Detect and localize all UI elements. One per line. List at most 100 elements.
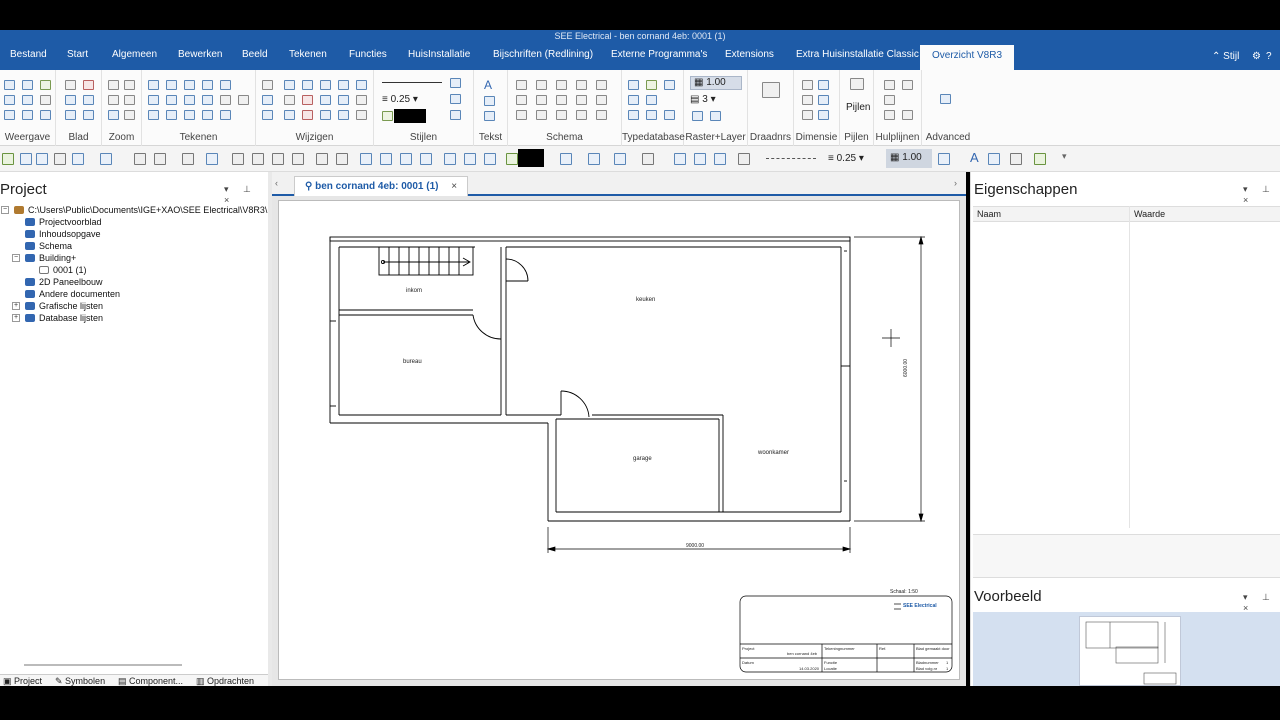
pen-icon[interactable] bbox=[450, 94, 461, 104]
collapse-icon[interactable]: − bbox=[1, 206, 9, 214]
fill-icon[interactable] bbox=[506, 153, 518, 165]
grid-icon[interactable] bbox=[40, 110, 51, 120]
database-icon[interactable] bbox=[646, 80, 657, 90]
schema-icon[interactable] bbox=[596, 80, 607, 90]
image-icon[interactable] bbox=[220, 80, 231, 90]
array-icon[interactable] bbox=[302, 80, 313, 90]
new-icon[interactable] bbox=[54, 153, 66, 165]
zoom-out-icon[interactable] bbox=[272, 153, 284, 165]
tree-item-inhoudsopgave[interactable]: Inhoudsopgave bbox=[25, 229, 101, 239]
document-tab[interactable]: ⚲ ben cornand 4eb: 0001 (1) × bbox=[294, 176, 469, 196]
schema-icon[interactable] bbox=[536, 95, 547, 105]
database-icon[interactable] bbox=[646, 95, 657, 105]
line-icon[interactable] bbox=[148, 80, 159, 90]
diagonal-line-icon[interactable] bbox=[484, 153, 496, 165]
line-width-dropdown[interactable]: ≡ 0.25 ▾ bbox=[382, 94, 418, 105]
hatch-style-icon[interactable] bbox=[450, 110, 461, 120]
layer-icon[interactable] bbox=[692, 111, 703, 121]
dimension-icon[interactable] bbox=[818, 110, 829, 120]
fill-color-icon[interactable] bbox=[382, 111, 393, 121]
schema-icon[interactable] bbox=[576, 95, 587, 105]
dimension-icon[interactable] bbox=[802, 80, 813, 90]
delete-icon[interactable] bbox=[302, 110, 313, 120]
schema-icon[interactable] bbox=[556, 110, 567, 120]
arc-icon[interactable] bbox=[420, 153, 432, 165]
column-separator[interactable] bbox=[1129, 206, 1130, 528]
wire-number-icon[interactable] bbox=[762, 82, 780, 98]
circle-icon[interactable] bbox=[166, 110, 177, 120]
open-icon[interactable] bbox=[20, 153, 32, 165]
save-icon[interactable] bbox=[36, 153, 48, 165]
menu-extra-huisinstallatie[interactable]: Extra Huisinstallatie Classic bbox=[796, 49, 919, 60]
schema-icon[interactable] bbox=[556, 95, 567, 105]
database-icon[interactable] bbox=[628, 95, 639, 105]
redo-icon[interactable] bbox=[642, 153, 654, 165]
menu-start[interactable]: Start bbox=[67, 49, 88, 60]
ellipse-icon[interactable] bbox=[444, 153, 456, 165]
color-icon[interactable] bbox=[450, 78, 461, 88]
schema-icon[interactable] bbox=[536, 80, 547, 90]
offset-icon[interactable] bbox=[338, 95, 349, 105]
tree-item-projectvoorblad[interactable]: Projectvoorblad bbox=[25, 217, 102, 227]
tab-opdrachten[interactable]: ▥ Opdrachten bbox=[196, 676, 254, 687]
view-icon[interactable] bbox=[40, 80, 51, 90]
undo-icon[interactable] bbox=[65, 110, 76, 120]
text-icon[interactable]: A bbox=[970, 150, 979, 165]
move-icon[interactable] bbox=[302, 95, 313, 105]
tree-item-database-lijsten[interactable]: + Database lijsten bbox=[12, 313, 103, 323]
tab-symbolen[interactable]: ✎ Symbolen bbox=[55, 676, 105, 687]
print-icon[interactable] bbox=[154, 153, 166, 165]
zoom-in-icon[interactable] bbox=[252, 153, 264, 165]
schema-icon[interactable] bbox=[536, 110, 547, 120]
zoom-icon[interactable] bbox=[108, 80, 119, 90]
dimension-icon[interactable] bbox=[818, 80, 829, 90]
page-icon[interactable] bbox=[65, 95, 76, 105]
database-icon[interactable] bbox=[664, 80, 675, 90]
zoom-out-icon[interactable] bbox=[124, 95, 135, 105]
eraser-icon[interactable] bbox=[1010, 153, 1022, 165]
select-icon[interactable] bbox=[316, 153, 328, 165]
curve-icon[interactable] bbox=[148, 110, 159, 120]
tree-item-sheet-0001[interactable]: 0001 (1) bbox=[39, 265, 87, 275]
fill-color-icon[interactable] bbox=[560, 153, 572, 165]
mirror-icon[interactable] bbox=[320, 80, 331, 90]
layer-icon[interactable] bbox=[710, 111, 721, 121]
rectangle-icon[interactable] bbox=[202, 80, 213, 90]
menu-bijschriften[interactable]: Bijschriften (Redlining) bbox=[493, 49, 593, 60]
project-icon[interactable] bbox=[2, 153, 14, 165]
break-icon[interactable] bbox=[320, 110, 331, 120]
arrow-icon[interactable] bbox=[850, 78, 864, 90]
horizontal-scrollbar[interactable] bbox=[24, 664, 182, 666]
view-icon[interactable] bbox=[4, 80, 15, 90]
dimension-icon[interactable] bbox=[818, 95, 829, 105]
database-icon[interactable] bbox=[646, 110, 657, 120]
stretch-icon[interactable] bbox=[320, 95, 331, 105]
color-swatch[interactable] bbox=[394, 109, 426, 123]
join-icon[interactable] bbox=[356, 95, 367, 105]
align-icon[interactable] bbox=[674, 153, 686, 165]
view-icon[interactable] bbox=[40, 95, 51, 105]
close-tab-icon[interactable]: × bbox=[451, 181, 457, 192]
arc-icon[interactable] bbox=[166, 80, 177, 90]
schema-icon[interactable] bbox=[516, 95, 527, 105]
tab-scroll-right-icon[interactable]: › bbox=[954, 178, 957, 188]
extend-icon[interactable] bbox=[284, 110, 295, 120]
menu-bewerken[interactable]: Bewerken bbox=[178, 49, 222, 60]
menu-functies[interactable]: Functies bbox=[349, 49, 387, 60]
cloud-icon[interactable] bbox=[238, 95, 249, 105]
spline-icon[interactable] bbox=[184, 110, 195, 120]
view-icon[interactable] bbox=[4, 95, 15, 105]
line-style-dropdown[interactable] bbox=[766, 158, 816, 159]
menu-extensions[interactable]: Extensions bbox=[725, 49, 774, 60]
pen-color-icon[interactable] bbox=[738, 153, 750, 165]
fillet-icon[interactable] bbox=[338, 110, 349, 120]
style-menu[interactable]: ⌃ Stijl bbox=[1212, 51, 1239, 62]
image-icon[interactable] bbox=[202, 95, 213, 105]
select-icon[interactable] bbox=[262, 80, 273, 90]
text-align-icon[interactable] bbox=[484, 111, 495, 121]
schema-icon[interactable] bbox=[516, 110, 527, 120]
grid-dropdown[interactable]: ▦ 1.00 bbox=[690, 76, 742, 90]
folder-icon[interactable] bbox=[72, 153, 84, 165]
zoom-in-icon[interactable] bbox=[108, 95, 119, 105]
layer-icon[interactable] bbox=[938, 153, 950, 165]
